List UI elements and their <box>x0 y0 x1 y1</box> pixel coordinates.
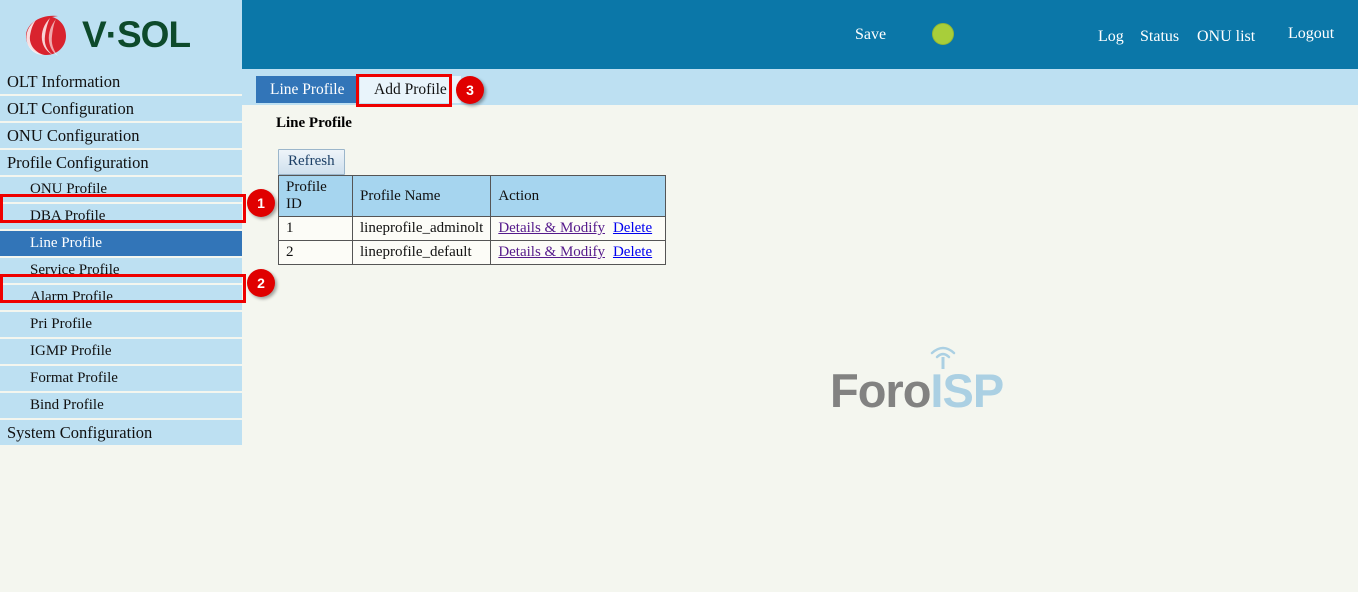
cell-action: Details & Modify Delete <box>491 217 666 241</box>
delete-link[interactable]: Delete <box>613 244 652 260</box>
sidebar-item-label: DBA Profile <box>30 208 105 225</box>
sidebar-item-label: Bind Profile <box>30 397 104 414</box>
refresh-button[interactable]: Refresh <box>278 149 345 175</box>
cell-profile-id: 2 <box>279 241 353 265</box>
cell-action: Details & Modify Delete <box>491 241 666 265</box>
sidebar-item-label: OLT Configuration <box>7 99 134 119</box>
details-and-modify-link[interactable]: Details & Modify <box>498 220 605 236</box>
tab-line-profile[interactable]: Line Profile <box>256 76 358 103</box>
line-profile-table: Profile ID Profile Name Action 1 linepro… <box>278 175 666 265</box>
sidebar-item-system-configuration[interactable]: System Configuration <box>0 420 242 445</box>
tab-add-profile[interactable]: Add Profile <box>360 76 461 103</box>
sidebar-item-label: Alarm Profile <box>30 289 113 306</box>
details-and-modify-link[interactable]: Details & Modify <box>498 244 605 260</box>
sidebar-item-alarm-profile[interactable]: Alarm Profile <box>0 285 242 310</box>
brand-logo-text: V·SOL <box>82 14 190 56</box>
sidebar-item-label: Service Profile <box>30 262 120 279</box>
vsol-swirl-logo-icon <box>20 12 72 58</box>
table-row: 1 lineprofile_adminolt Details & ModifyD… <box>279 217 666 241</box>
status-link[interactable]: Status <box>1140 28 1179 46</box>
sidebar-item-label: Pri Profile <box>30 316 92 333</box>
sidebar-item-profile-configuration[interactable]: Profile Configuration <box>0 150 242 175</box>
sidebar-item-format-profile[interactable]: Format Profile <box>0 366 242 391</box>
tab-label: Line Profile <box>270 81 344 99</box>
annotation-badge-3: 3 <box>456 76 484 104</box>
sidebar-item-service-profile[interactable]: Service Profile <box>0 258 242 283</box>
log-link[interactable]: Log <box>1098 28 1124 46</box>
sidebar-item-dba-profile[interactable]: DBA Profile <box>0 204 242 229</box>
cell-profile-name: lineprofile_default <box>353 241 491 265</box>
cell-profile-name: lineprofile_adminolt <box>353 217 491 241</box>
green-status-dot-icon <box>932 23 954 45</box>
annotation-badge-2: 2 <box>247 269 275 297</box>
sidebar-item-olt-configuration[interactable]: OLT Configuration <box>0 96 242 121</box>
page-title: Line Profile <box>276 115 352 132</box>
table-row: 2 lineprofile_default Details & ModifyDe… <box>279 241 666 265</box>
delete-link[interactable]: Delete <box>613 220 652 236</box>
sidebar-item-label: Format Profile <box>30 370 118 387</box>
save-button[interactable]: Save <box>855 26 886 44</box>
olt-web-ui: V·SOL Save Log Status ONU list Logout OL… <box>0 0 1358 592</box>
brand-logo: V·SOL <box>0 0 242 69</box>
column-header-profile-id: Profile ID <box>279 176 353 217</box>
sidebar-item-olt-information[interactable]: OLT Information <box>0 69 242 94</box>
sidebar-item-label: ONU Profile <box>30 181 107 198</box>
sidebar-item-bind-profile[interactable]: Bind Profile <box>0 393 242 418</box>
sidebar-item-igmp-profile[interactable]: IGMP Profile <box>0 339 242 364</box>
column-header-profile-name: Profile Name <box>353 176 491 217</box>
sidebar-item-label: Line Profile <box>30 235 102 252</box>
header-toolbar: Save Log Status ONU list Logout <box>242 0 1358 69</box>
sidebar-item-label: IGMP Profile <box>30 343 112 360</box>
sidebar-item-line-profile[interactable]: Line Profile <box>0 231 242 256</box>
logout-link[interactable]: Logout <box>1288 25 1334 43</box>
content-area: Line Profile Refresh Profile ID Profile … <box>242 105 1358 592</box>
sidebar-item-label: Profile Configuration <box>7 153 149 173</box>
tab-bar: Line Profile Add Profile <box>242 69 1358 105</box>
annotation-badge-1: 1 <box>247 189 275 217</box>
table-header-row: Profile ID Profile Name Action <box>279 176 666 217</box>
sidebar-item-onu-profile[interactable]: ONU Profile <box>0 177 242 202</box>
sidebar-item-onu-configuration[interactable]: ONU Configuration <box>0 123 242 148</box>
watermark-text-foro: Foro <box>830 364 930 417</box>
foroisp-watermark: Foro ISP <box>830 363 1003 418</box>
sidebar-item-label: OLT Information <box>7 72 120 92</box>
page-header: V·SOL Save Log Status ONU list Logout <box>0 0 1358 69</box>
sidebar-nav: OLT Information OLT Configuration ONU Co… <box>0 69 242 592</box>
cell-profile-id: 1 <box>279 217 353 241</box>
sidebar-item-label: System Configuration <box>7 423 152 443</box>
tab-label: Add Profile <box>374 81 447 99</box>
sidebar-item-pri-profile[interactable]: Pri Profile <box>0 312 242 337</box>
onu-list-link[interactable]: ONU list <box>1197 28 1255 46</box>
sidebar-item-label: ONU Configuration <box>7 126 139 146</box>
column-header-action: Action <box>491 176 666 217</box>
